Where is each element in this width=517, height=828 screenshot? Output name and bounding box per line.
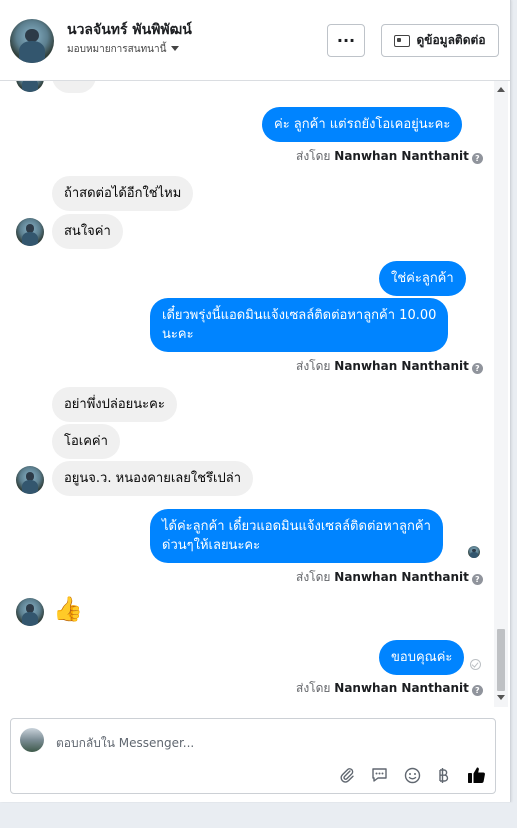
conversation-header: นวลจันทร์ พันพิพัฒน์ มอบหมายการสนทนานี้ … bbox=[0, 0, 510, 81]
message-bubble-incoming[interactable]: ถ้าสดต่อได้อีกใช่ไหม bbox=[52, 176, 194, 211]
view-contact-info-button[interactable]: ดูข้อมูลติดต่อ bbox=[381, 24, 499, 57]
message-thread: ค่ะ ลูกค้า แต่รถยังโอเคอยู่นะคะ ส่งโดย N… bbox=[0, 81, 494, 707]
page-avatar bbox=[20, 728, 44, 752]
message-bubble-outgoing[interactable]: ใช่ค่ะลูกค้า bbox=[379, 261, 466, 296]
saved-reply-icon[interactable] bbox=[369, 765, 389, 785]
contact-avatar-small bbox=[16, 466, 44, 494]
reply-input[interactable] bbox=[54, 731, 438, 755]
ellipsis-icon: ··· bbox=[336, 31, 356, 50]
sent-by-label: ส่งโดย Nanwhan Nanthanit? bbox=[296, 568, 483, 587]
scroll-down-arrow-icon[interactable] bbox=[497, 695, 505, 700]
seen-avatar bbox=[468, 546, 480, 558]
message-bubble-incoming[interactable]: โอเคค่า bbox=[52, 424, 120, 459]
conversation-panel: นวลจันทร์ พันพิพัฒน์ มอบหมายการสนทนานี้ … bbox=[0, 0, 511, 802]
message-bubble-incoming[interactable]: อยูนจ.ว. หนองคายเลยใชรึเปล่า bbox=[52, 461, 253, 496]
info-icon[interactable]: ? bbox=[471, 685, 483, 696]
assign-label: มอบหมายการสนทนานี้ bbox=[67, 44, 167, 55]
info-icon[interactable]: ? bbox=[471, 574, 483, 585]
contact-card-icon bbox=[394, 34, 411, 47]
more-options-button[interactable]: ··· bbox=[327, 24, 365, 57]
message-bubble-outgoing[interactable]: เดี๋ยวพรุ่งนี้แอดมินแจ้งเซลล์ติดต่อหาลูก… bbox=[150, 298, 449, 352]
sent-by-label: ส่งโดย Nanwhan Nanthanit? bbox=[296, 679, 483, 698]
view-contact-info-label: ดูข้อมูลติดต่อ bbox=[416, 33, 486, 47]
reply-composer bbox=[10, 718, 496, 794]
scroll-up-arrow-icon[interactable] bbox=[497, 87, 505, 92]
info-icon[interactable]: ? bbox=[471, 363, 483, 374]
sent-by-label: ส่งโดย Nanwhan Nanthanit? bbox=[296, 147, 483, 166]
contact-avatar[interactable] bbox=[10, 19, 54, 63]
message-bubble-outgoing[interactable]: ได้ค่ะลูกค้า เดี๋ยวแอดมินแจ้งเซลล์ติดต่อ… bbox=[150, 509, 443, 563]
thread-scrollbar[interactable] bbox=[494, 81, 508, 707]
contact-avatar-small bbox=[16, 598, 44, 626]
attachment-icon[interactable] bbox=[337, 765, 357, 785]
thumbs-up-emoji[interactable]: 👍 bbox=[53, 595, 83, 623]
message-bubble-outgoing[interactable]: ค่ะ ลูกค้า แต่รถยังโอเคอยู่นะคะ bbox=[262, 107, 463, 142]
scroll-thumb[interactable] bbox=[497, 629, 505, 691]
contact-name[interactable]: นวลจันทร์ พันพิพัฒน์ bbox=[67, 19, 192, 41]
emoji-icon[interactable] bbox=[402, 765, 422, 785]
sent-check-icon bbox=[470, 659, 481, 670]
message-bubble-incoming[interactable]: อย่าพึ่งปล่อยนะคะ bbox=[52, 387, 177, 422]
contact-avatar-small bbox=[16, 218, 44, 246]
contact-avatar-small bbox=[16, 81, 44, 92]
assign-conversation-dropdown[interactable]: มอบหมายการสนทนานี้ bbox=[67, 42, 180, 57]
baht-icon[interactable] bbox=[433, 765, 453, 785]
like-icon[interactable] bbox=[466, 765, 486, 785]
caret-down-icon bbox=[171, 46, 180, 51]
info-icon[interactable]: ? bbox=[471, 153, 483, 164]
message-bubble-incoming[interactable]: สนใจค่า bbox=[52, 214, 123, 249]
window-bottom-strip bbox=[0, 803, 517, 828]
sent-by-label: ส่งโดย Nanwhan Nanthanit? bbox=[296, 357, 483, 376]
message-bubble-partial bbox=[52, 81, 96, 93]
message-bubble-outgoing[interactable]: ขอบคุณค่ะ bbox=[379, 640, 465, 675]
